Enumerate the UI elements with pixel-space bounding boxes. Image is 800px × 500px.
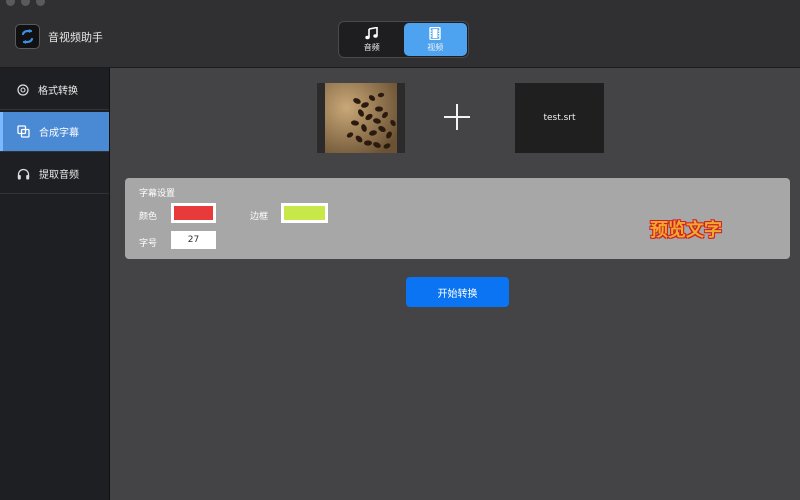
audio-mode-tab[interactable]: 音频 — [340, 23, 404, 56]
font-size-label: 字号 — [139, 239, 158, 249]
settings-title: 字幕设置 — [139, 189, 176, 199]
headphones-icon — [17, 168, 30, 179]
border-label: 边框 — [250, 212, 269, 222]
minimize-window-button[interactable] — [21, 0, 30, 6]
preview-text: 预览文字 — [650, 220, 722, 241]
sidebar-item-label: 格式转换 — [38, 86, 78, 97]
plus-icon — [444, 104, 470, 130]
video-mode-tab[interactable]: 视频 — [403, 23, 467, 56]
layers-icon — [17, 125, 30, 138]
font-color-swatch[interactable] — [171, 203, 216, 223]
sidebar-item-format-convert[interactable]: 格式转换 — [0, 70, 109, 110]
subtitle-file-name: test.srt — [543, 113, 576, 123]
start-convert-button[interactable]: 开始转换 — [406, 277, 509, 307]
sidebar-item-extract-audio[interactable]: 提取音频 — [0, 154, 109, 194]
main-content: test.srt 字幕设置 颜色 边框 字号 预览文字 开始转换 — [110, 68, 800, 500]
media-mode-switch: 音频 视频 — [338, 21, 469, 58]
sidebar-item-label: 合成字幕 — [39, 128, 79, 139]
audio-mode-label: 音频 — [363, 42, 380, 52]
title-bar: 音视频助手 音频 视频 — [0, 0, 800, 68]
color-label: 颜色 — [139, 212, 158, 222]
sidebar-item-merge-subtitles[interactable]: 合成字幕 — [0, 112, 109, 152]
convert-icon — [17, 83, 29, 96]
close-window-button[interactable] — [6, 0, 15, 6]
video-thumbnail[interactable] — [317, 83, 405, 153]
window-controls — [6, 0, 45, 6]
subtitle-settings-panel: 字幕设置 颜色 边框 字号 预览文字 — [125, 178, 790, 259]
swap-arrows-icon — [15, 24, 40, 49]
sidebar: 格式转换 合成字幕 提取音频 — [0, 68, 110, 500]
film-icon — [429, 26, 441, 40]
music-note-icon — [365, 26, 378, 39]
font-size-input[interactable] — [171, 231, 216, 249]
sidebar-item-label: 提取音频 — [39, 170, 79, 181]
zoom-window-button[interactable] — [36, 0, 45, 6]
subtitle-file-box[interactable]: test.srt — [515, 83, 604, 153]
border-color-swatch[interactable] — [281, 203, 328, 223]
app-title: 音视频助手 — [48, 31, 103, 44]
video-mode-label: 视频 — [427, 42, 444, 52]
